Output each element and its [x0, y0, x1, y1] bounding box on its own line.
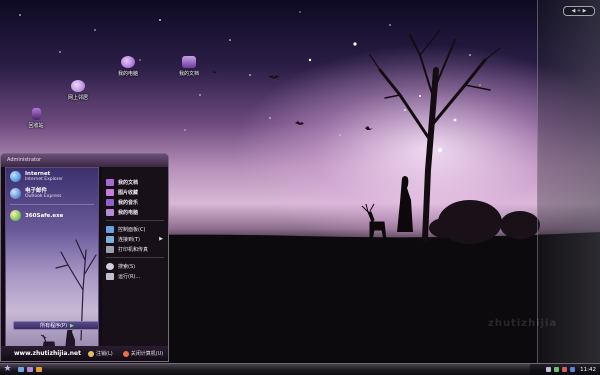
sidebar-gadget-panel: ◀ + ▶: [537, 0, 600, 363]
pinned-item-internet[interactable]: Internet Internet Explorer: [6, 168, 98, 185]
menu-item-my-pictures[interactable]: 图片收藏: [102, 187, 168, 197]
printers-icon: [106, 245, 114, 253]
start-menu-pinned-pane: Internet Internet Explorer 电子邮件 Outlook …: [5, 167, 99, 348]
desktop-icon-network[interactable]: 网上邻居: [56, 80, 100, 101]
connect-to-icon: [106, 235, 114, 243]
recycle-bin-icon: [31, 108, 41, 120]
submenu-arrow-icon: ▶: [159, 236, 163, 242]
logoff-icon: [88, 350, 94, 357]
360safe-icon: [10, 210, 21, 221]
power-icon: [122, 350, 129, 357]
shutdown-button[interactable]: 关闭计算机(U): [122, 350, 164, 357]
security-icon[interactable]: [562, 367, 568, 372]
outlook-express-icon: [10, 188, 21, 199]
desktop-icon-my-computer[interactable]: 我的电脑: [106, 56, 150, 77]
shutdown-label: 关闭计算机(U): [130, 351, 164, 357]
quicklaunch-desktop-icon[interactable]: [27, 367, 33, 372]
run-icon: [106, 272, 114, 280]
desktop-icon-label: 我的电脑: [117, 71, 138, 77]
my-music-icon: [106, 198, 114, 206]
menu-item-run[interactable]: 运行(R)...: [102, 271, 168, 281]
all-programs-label: 所有程序(P): [40, 323, 68, 329]
start-button[interactable]: ★: [2, 365, 13, 374]
menu-item-label: 图片收藏: [118, 189, 139, 196]
clock[interactable]: 11:42: [580, 367, 596, 373]
volume-icon[interactable]: [546, 367, 552, 372]
menu-item-my-documents[interactable]: 我的文档: [102, 177, 168, 187]
quicklaunch-media-icon[interactable]: [36, 367, 42, 372]
menu-item-label: 连接到(T): [118, 236, 140, 243]
pinned-item-name: 360Safe.exe: [25, 212, 64, 219]
all-programs-button[interactable]: 所有程序(P) ▶: [13, 321, 98, 330]
start-menu: Administrator Internet Internet Explorer…: [0, 153, 169, 362]
menu-item-printers[interactable]: 打印机和传真: [102, 244, 168, 254]
separator: [10, 204, 94, 205]
taskbar: ★ 11:42: [0, 363, 600, 375]
pinned-item-sub: Outlook Express: [25, 193, 62, 199]
menu-item-search[interactable]: 搜索(S): [102, 261, 168, 271]
arrow-right-icon: ▶: [70, 322, 74, 329]
input-method-icon[interactable]: [570, 367, 576, 372]
network-status-icon[interactable]: [554, 367, 560, 372]
menu-item-label: 我的电脑: [118, 209, 139, 216]
menu-item-label: 我的文档: [118, 179, 139, 186]
internet-explorer-icon: [10, 171, 21, 182]
menu-item-connect-to[interactable]: 连接到(T) ▶: [102, 234, 168, 244]
control-panel-icon: [106, 225, 114, 233]
pinned-item-360safe[interactable]: 360Safe.exe: [6, 207, 98, 224]
pinned-item-sub: Internet Explorer: [25, 176, 64, 182]
my-computer-icon: [106, 208, 114, 216]
menu-item-label: 控制面板(C): [118, 226, 146, 233]
separator: [106, 257, 164, 258]
computer-icon: [121, 56, 135, 68]
logoff-button[interactable]: 注销(L): [88, 350, 113, 357]
my-documents-icon: [106, 178, 114, 186]
search-icon: [106, 262, 114, 270]
menu-item-label: 运行(R)...: [118, 273, 141, 280]
system-tray: 11:42: [530, 364, 600, 375]
menu-item-label: 搜索(S): [118, 263, 136, 270]
start-menu-art: [40, 239, 97, 347]
start-star-icon: ★: [3, 364, 12, 374]
start-menu-places-pane: 我的文档 图片收藏 我的音乐 我的电脑 控制面板(C) 连接到(T) ▶ 打印机…: [102, 167, 168, 348]
separator: [106, 220, 164, 221]
menu-item-my-computer[interactable]: 我的电脑: [102, 207, 168, 217]
menu-item-my-music[interactable]: 我的音乐: [102, 197, 168, 207]
site-label: www.zhutizhijia.net: [14, 350, 81, 357]
my-pictures-icon: [106, 188, 114, 196]
desktop-icon-label: 回收站: [28, 123, 44, 129]
quicklaunch-ie-icon[interactable]: [18, 367, 24, 372]
desktop-icon-my-documents[interactable]: 我的文档: [167, 56, 211, 77]
desktop-icon-recycle-bin[interactable]: 回收站: [14, 108, 58, 129]
documents-folder-icon: [182, 56, 196, 68]
gadget-panel-controls[interactable]: ◀ + ▶: [563, 6, 595, 16]
start-menu-user-header: Administrator: [1, 154, 168, 167]
menu-item-label: 打印机和传真: [118, 246, 149, 253]
start-menu-footer: www.zhutizhijia.net 注销(L) 关闭计算机(U): [1, 346, 168, 361]
desktop-icon-label: 我的文档: [178, 71, 199, 77]
network-icon: [71, 80, 85, 92]
user-name: Administrator: [7, 157, 42, 163]
menu-item-control-panel[interactable]: 控制面板(C): [102, 224, 168, 234]
logoff-label: 注销(L): [96, 351, 113, 357]
menu-item-label: 我的音乐: [118, 199, 139, 206]
watermark: zhutizhijia: [488, 318, 558, 329]
pinned-item-email[interactable]: 电子邮件 Outlook Express: [6, 185, 98, 202]
desktop-icon-label: 网上邻居: [67, 95, 88, 101]
